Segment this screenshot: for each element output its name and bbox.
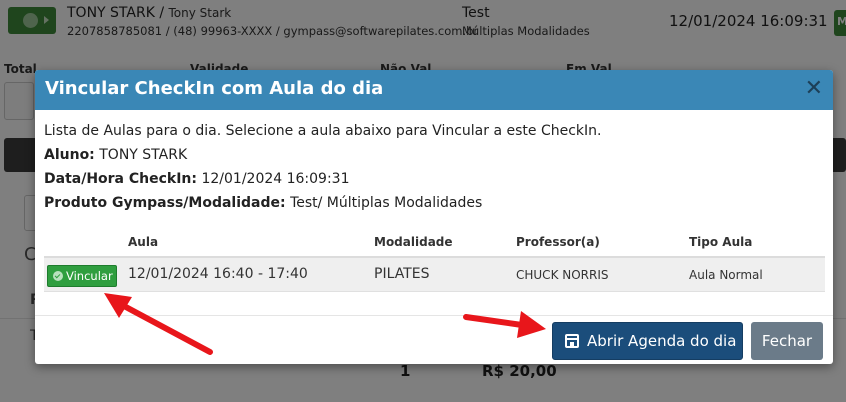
produto-value: Test/ Múltiplas Modalidades	[290, 195, 483, 211]
vincular-button[interactable]: Vincular	[47, 265, 117, 287]
header-aula: Aula	[128, 235, 159, 249]
vincular-label: Vincular	[66, 269, 113, 283]
aulas-table: Aula Modalidade Professor(a) Tipo Aula V…	[44, 228, 825, 292]
calendar-icon	[565, 334, 579, 348]
aluno-value: TONY STARK	[99, 147, 188, 163]
modal-header: Vincular CheckIn com Aula do dia ✕	[35, 70, 833, 110]
cell-professor: CHUCK NORRIS	[516, 268, 609, 282]
vincular-checkin-modal: Vincular CheckIn com Aula do dia ✕ Lista…	[35, 70, 833, 364]
cell-tipo-aula: Aula Normal	[689, 268, 763, 282]
close-icon[interactable]: ✕	[805, 77, 823, 101]
aluno-label: Aluno:	[44, 147, 95, 163]
aluno-line: Aluno: TONY STARK	[44, 143, 601, 167]
checkin-line: Data/Hora CheckIn: 12/01/2024 16:09:31	[44, 167, 601, 191]
header-tipo-aula: Tipo Aula	[689, 235, 753, 249]
produto-line: Produto Gympass/Modalidade: Test/ Múltip…	[44, 191, 601, 215]
abrir-agenda-button[interactable]: Abrir Agenda do dia	[552, 322, 743, 360]
check-circle-icon	[53, 271, 63, 281]
cell-aula: 12/01/2024 16:40 - 17:40	[128, 266, 308, 282]
header-modalidade: Modalidade	[374, 235, 453, 249]
checkin-label: Data/Hora CheckIn:	[44, 171, 198, 187]
modal-title: Vincular CheckIn com Aula do dia	[45, 78, 384, 99]
fechar-button[interactable]: Fechar	[751, 322, 823, 360]
table-header: Aula Modalidade Professor(a) Tipo Aula	[44, 228, 825, 258]
abrir-agenda-label: Abrir Agenda do dia	[587, 332, 737, 350]
checkin-value: 12/01/2024 16:09:31	[201, 171, 350, 187]
checkin-info: Lista de Aulas para o dia. Selecione a a…	[44, 119, 601, 215]
table-row[interactable]: Vincular 12/01/2024 16:40 - 17:40 PILATE…	[44, 258, 825, 292]
produto-label: Produto Gympass/Modalidade:	[44, 195, 286, 211]
modal-footer-divider	[35, 315, 833, 316]
header-professor: Professor(a)	[516, 235, 600, 249]
instruction-text: Lista de Aulas para o dia. Selecione a a…	[44, 123, 602, 139]
cell-modalidade: PILATES	[374, 266, 430, 282]
